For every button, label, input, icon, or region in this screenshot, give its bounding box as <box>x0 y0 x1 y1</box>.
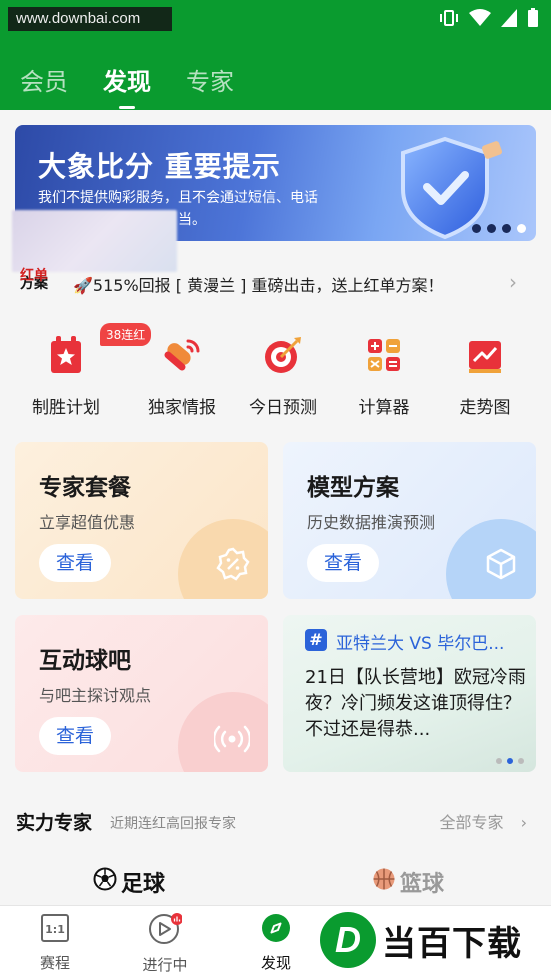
news-dot-active[interactable] <box>507 758 513 764</box>
quick-item-label: 计算器 <box>358 398 410 418</box>
card-expert-package[interactable]: 专家套餐 立享超值优惠 查看 <box>15 442 268 599</box>
quick-item-trend[interactable]: 走势图 <box>435 325 535 418</box>
football-icon <box>93 867 117 897</box>
sport-tabs: 足球 篮球 <box>0 866 551 902</box>
quick-item-prediction[interactable]: 今日预测 <box>233 325 333 418</box>
signal-icon <box>501 9 517 31</box>
quick-item-label: 走势图 <box>459 398 511 418</box>
quick-item-calculator[interactable]: 计算器 <box>334 325 434 418</box>
broadcast-icon <box>160 333 204 377</box>
svg-text:1:1: 1:1 <box>45 923 65 936</box>
tab-discover[interactable]: 发现 <box>103 62 151 97</box>
nav-schedule[interactable]: 1:1 赛程 <box>15 912 95 973</box>
calendar-star-icon <box>44 333 88 377</box>
tab-expert[interactable]: 专家 <box>186 62 234 97</box>
card-forum[interactable]: 互动球吧 与吧主探讨观点 查看 <box>15 615 268 772</box>
news-title: 亚特兰大 VS 毕尔巴... <box>336 634 505 654</box>
section-subtitle: 近期连红高回报专家 <box>110 816 236 832</box>
banner-dot-active[interactable] <box>517 224 526 233</box>
compass-icon <box>260 914 292 948</box>
banner-dot[interactable] <box>487 224 496 233</box>
site-watermark: www.downbai.com <box>8 7 172 31</box>
quick-item-win-plan[interactable]: 38连红 制胜计划 <box>16 323 152 418</box>
notice-text: 🚀515%回报 [ 黄漫兰 ] 重磅出击，送上红单方案！ <box>73 276 444 295</box>
hashtag-icon: # <box>305 629 327 651</box>
notice-label: 红单 方案 <box>20 268 48 292</box>
news-pagination <box>496 758 524 764</box>
battery-icon <box>527 8 539 32</box>
quick-icons-row: 38连红 制胜计划 独家情报 今日预测 计算器 走势图 <box>0 323 551 425</box>
view-button[interactable]: 查看 <box>307 544 379 582</box>
quick-item-intel[interactable]: 独家情报 <box>132 325 232 418</box>
play-icon <box>148 912 183 950</box>
banner-title: 大象比分 重要提示 <box>38 150 281 183</box>
app-header: www.downbai.com 会员 发现 专家 <box>0 0 551 110</box>
logo-letter: D <box>320 912 376 968</box>
quick-item-label: 制胜计划 <box>32 398 100 418</box>
calculator-icon <box>362 333 406 377</box>
view-button[interactable]: 查看 <box>39 544 111 582</box>
card-title: 模型方案 <box>307 475 399 501</box>
nav-discover[interactable]: 发现 <box>236 912 316 973</box>
all-experts-link[interactable]: 全部专家 › <box>439 809 527 833</box>
chevron-right-icon: › <box>520 813 527 832</box>
downbai-logo-watermark: D 当百下载 <box>320 910 545 970</box>
notice-bar[interactable]: 红单 方案 🚀515%回报 [ 黄漫兰 ] 重磅出击，送上红单方案！ › <box>0 262 551 302</box>
news-body: 21日【队长营地】欧冠冷雨夜？冷门频发这谁顶得住？不过还是得恭... <box>305 667 526 740</box>
chevron-right-icon[interactable]: › <box>509 270 517 294</box>
card-subtitle: 历史数据推演预测 <box>307 513 436 532</box>
status-icons <box>439 8 539 32</box>
signal-wave-icon <box>212 724 252 758</box>
wifi-icon <box>469 9 491 31</box>
tab-football[interactable]: 足球 <box>93 866 165 898</box>
logo-text: 当百下载 <box>382 923 522 964</box>
schedule-icon: 1:1 <box>39 914 71 948</box>
quick-item-label: 今日预测 <box>249 398 317 418</box>
target-icon <box>261 333 305 377</box>
view-button[interactable]: 查看 <box>39 717 111 755</box>
quick-item-label: 独家情报 <box>148 398 216 418</box>
tab-member[interactable]: 会员 <box>20 62 68 97</box>
banner-pagination <box>472 224 526 233</box>
card-model-plan[interactable]: 模型方案 历史数据推演预测 查看 <box>283 442 536 599</box>
card-news[interactable]: # 亚特兰大 VS 毕尔巴... 21日【队长营地】欧冠冷雨夜？冷门频发这谁顶得… <box>283 615 536 772</box>
card-subtitle: 与吧主探讨观点 <box>39 686 152 705</box>
cube-icon <box>484 547 518 585</box>
card-title: 专家套餐 <box>39 475 131 501</box>
card-title: 互动球吧 <box>39 648 131 674</box>
news-dot[interactable] <box>518 758 524 764</box>
basketball-icon <box>372 867 396 897</box>
nav-live[interactable]: 进行中 <box>125 912 205 975</box>
section-title: 实力专家 <box>16 812 93 834</box>
banner-dot[interactable] <box>502 224 511 233</box>
card-subtitle: 立享超值优惠 <box>39 513 136 532</box>
vibrate-icon <box>439 9 459 31</box>
news-dot[interactable] <box>496 758 502 764</box>
trend-chart-icon <box>463 333 507 377</box>
tab-basketball[interactable]: 篮球 <box>372 866 444 898</box>
discount-badge-icon <box>216 547 250 585</box>
banner-dot[interactable] <box>472 224 481 233</box>
experts-section-header: 实力专家 近期连红高回报专家 全部专家 › <box>0 800 551 840</box>
top-tab-bar: 会员 发现 专家 <box>20 62 234 97</box>
